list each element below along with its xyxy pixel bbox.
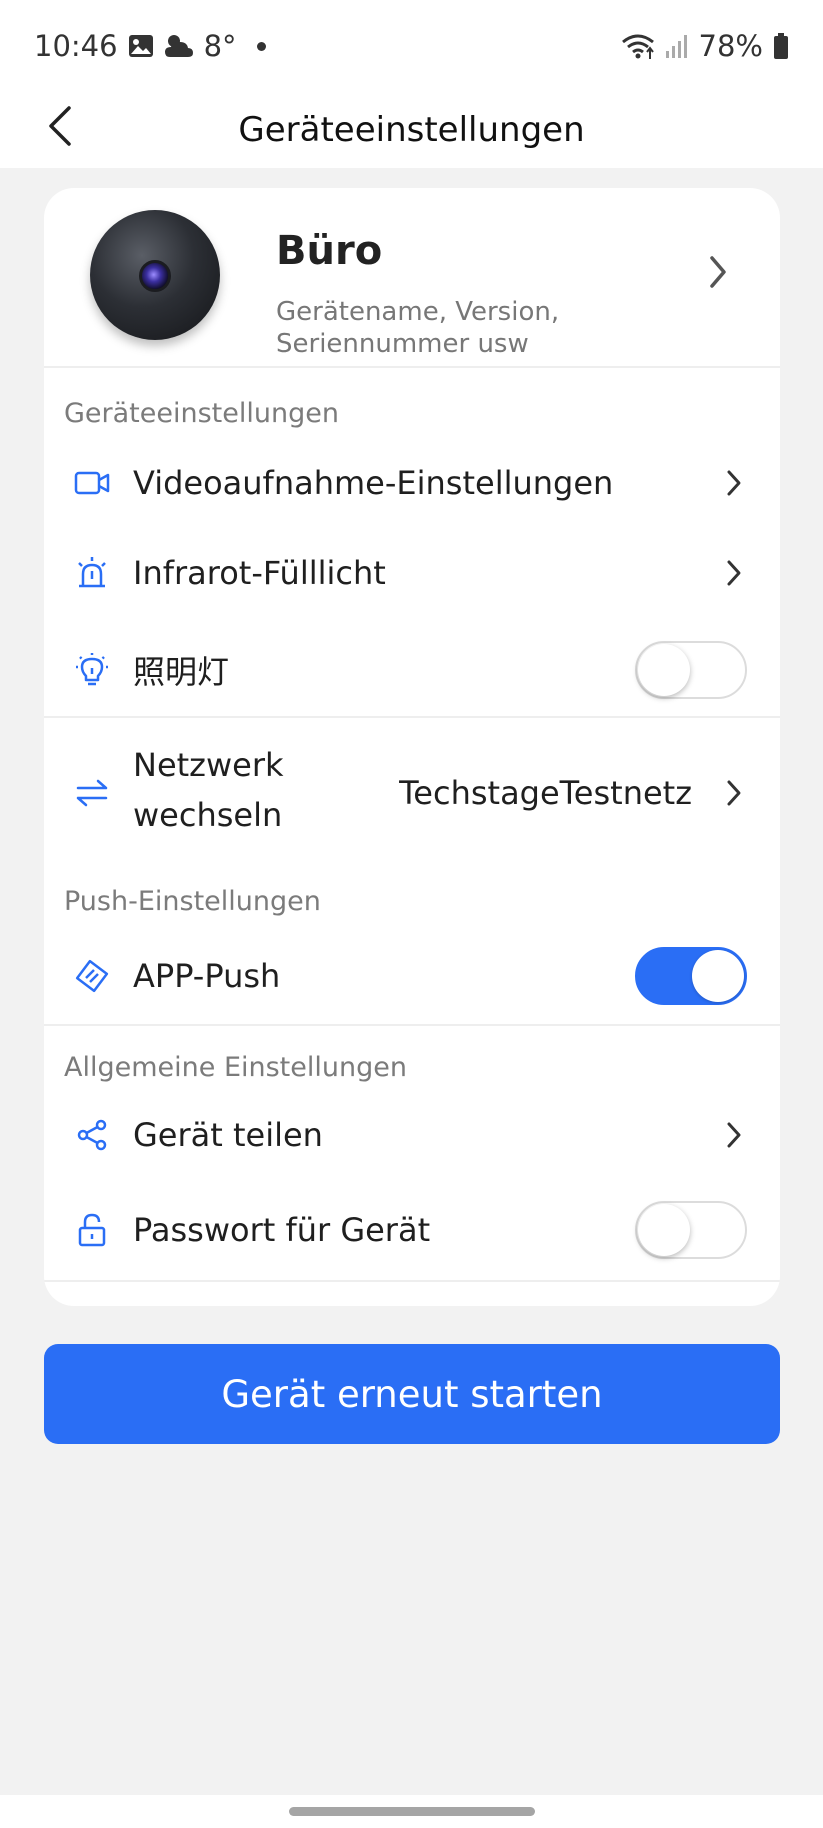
- home-gesture-handle[interactable]: [289, 1807, 535, 1816]
- app-push-label: APP-Push: [133, 957, 281, 995]
- device-password-label: Passwort für Gerät: [133, 1211, 431, 1249]
- section-title-general: Allgemeine Einstellungen: [64, 1052, 407, 1083]
- section-title-device: Geräteeinstellungen: [64, 398, 339, 429]
- infrared-light-label: Infrarot-Fülllicht: [133, 554, 386, 592]
- lock-open-icon: [74, 1212, 110, 1248]
- wifi-icon: [621, 32, 655, 60]
- device-subtitle: Gerätename, Version, Seriennummer usw: [276, 297, 560, 359]
- device-info-row[interactable]: Büro Gerätename, Version, Seriennummer u…: [44, 188, 780, 368]
- app-bar: Geräteeinstellungen: [0, 92, 823, 168]
- lighting-item: 照明灯: [44, 620, 780, 720]
- status-right: 78%: [621, 29, 789, 63]
- lighting-toggle[interactable]: [635, 641, 747, 699]
- infrared-light-item[interactable]: Infrarot-Fülllicht: [44, 530, 780, 616]
- device-password-toggle[interactable]: [635, 1201, 747, 1259]
- chevron-right-icon: [726, 559, 742, 587]
- network-label-line1: Netzwerk: [133, 746, 284, 784]
- share-device-label: Gerät teilen: [133, 1116, 323, 1154]
- alarm-light-icon: [74, 555, 110, 591]
- chevron-left-icon: [45, 104, 75, 152]
- video-settings-item[interactable]: Videoaufnahme-Einstellungen: [44, 440, 780, 526]
- chevron-right-icon: [726, 469, 742, 497]
- share-device-item[interactable]: Gerät teilen: [44, 1092, 780, 1178]
- section-title-push: Push-Einstellungen: [64, 886, 321, 917]
- status-left: 10:46 8°: [34, 29, 266, 63]
- lightbulb-icon: [74, 652, 110, 688]
- notification-tag-icon: [74, 958, 110, 994]
- temperature: 8°: [203, 29, 237, 63]
- chevron-right-icon: [726, 1121, 742, 1149]
- divider: [44, 1024, 780, 1026]
- network-label-line2: wechseln: [133, 796, 283, 834]
- network-switch-item[interactable]: Netzwerk wechseln TechstageTestnetz: [44, 718, 780, 868]
- share-icon: [74, 1117, 110, 1153]
- clock: 10:46: [34, 29, 118, 63]
- camera-image: [90, 210, 220, 340]
- status-bar: 10:46 8° 78%: [0, 0, 823, 92]
- back-button[interactable]: [30, 98, 90, 158]
- signal-icon: [665, 33, 689, 59]
- chevron-right-icon: [726, 779, 742, 807]
- video-settings-label: Videoaufnahme-Einstellungen: [133, 464, 614, 502]
- chevron-right-icon: [708, 254, 728, 290]
- network-label: Netzwerk wechseln: [133, 740, 284, 840]
- page-title: Geräteeinstellungen: [238, 110, 585, 150]
- video-camera-icon: [74, 465, 110, 501]
- app-push-item: APP-Push: [44, 926, 780, 1026]
- device-password-item: Passwort für Gerät: [44, 1180, 780, 1280]
- weather-cloudy-icon: [164, 33, 194, 59]
- battery-icon: [773, 32, 789, 60]
- battery-percent: 78%: [698, 29, 763, 63]
- swap-arrows-icon: [74, 775, 110, 811]
- gallery-icon: [128, 33, 154, 59]
- notification-dot: [256, 41, 266, 51]
- device-name: Büro: [276, 228, 383, 274]
- lighting-label: 照明灯: [133, 653, 230, 691]
- network-value: TechstageTestnetz: [399, 774, 692, 812]
- divider: [44, 1280, 780, 1282]
- restart-device-button[interactable]: Gerät erneut starten: [44, 1344, 780, 1444]
- settings-card: Büro Gerätename, Version, Seriennummer u…: [44, 188, 780, 1306]
- app-push-toggle[interactable]: [635, 947, 747, 1005]
